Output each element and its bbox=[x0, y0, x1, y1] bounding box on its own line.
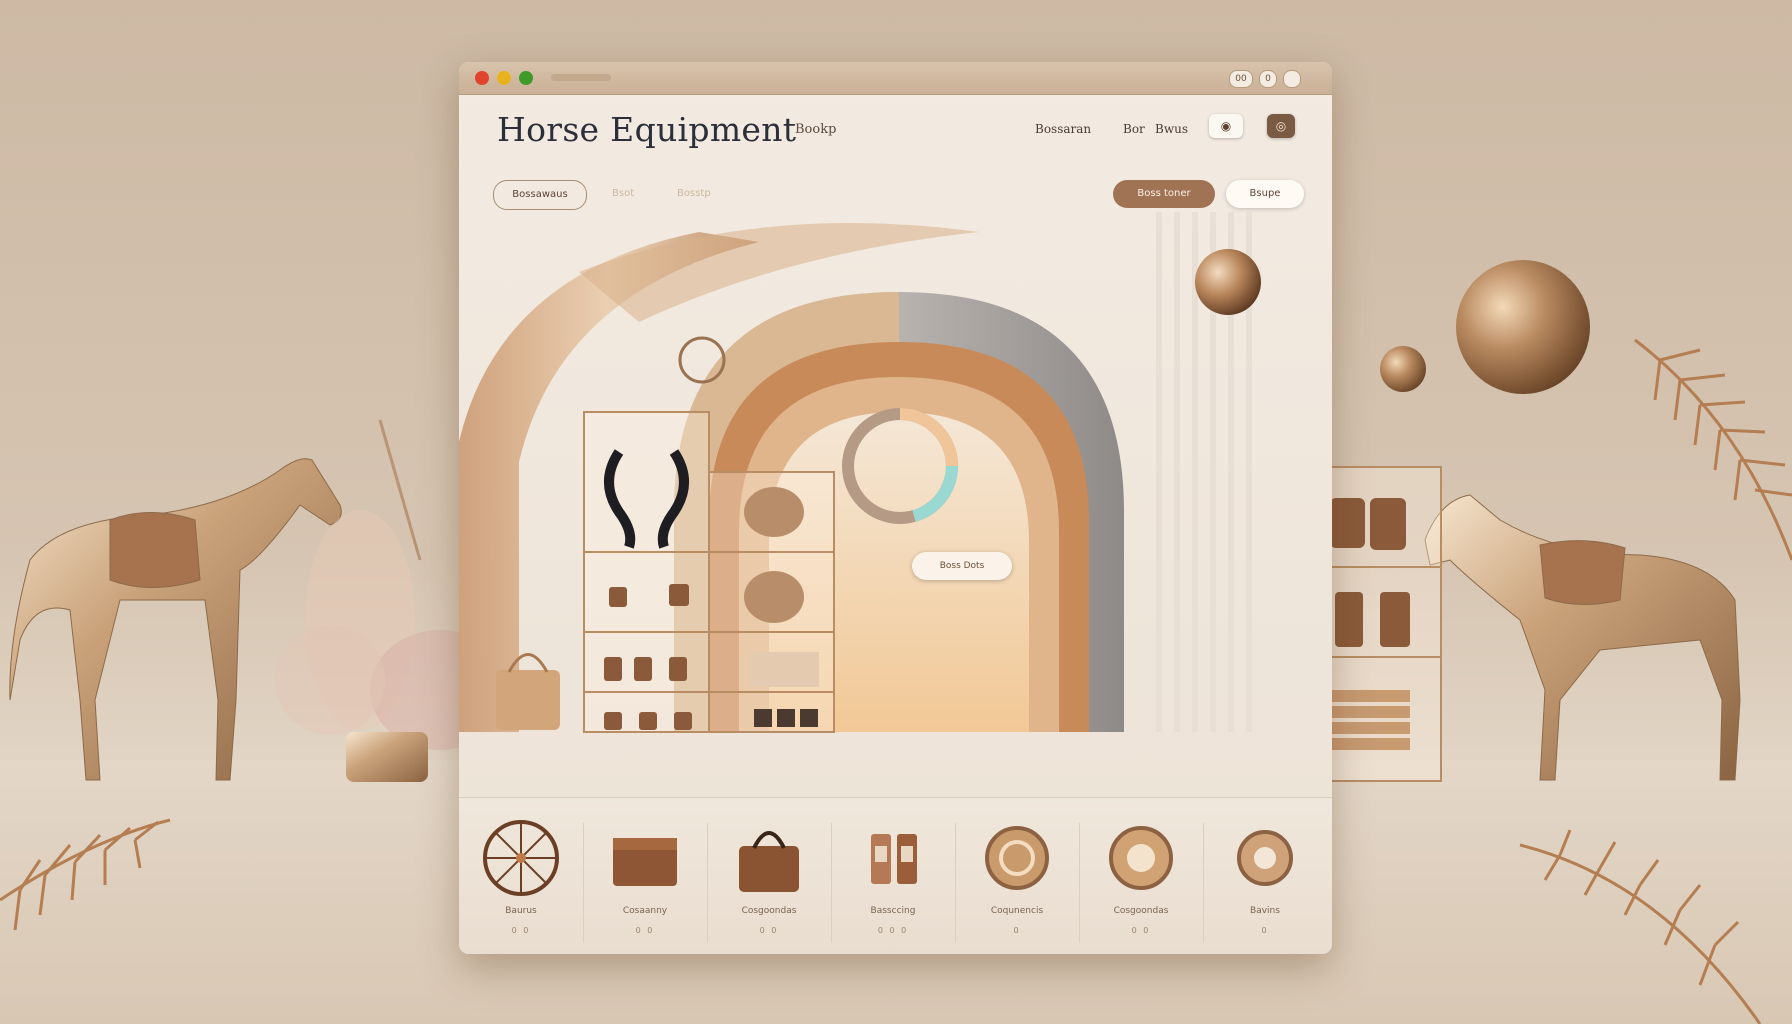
category-label: Cosaanny bbox=[622, 906, 668, 916]
title-bar: 00 0 bbox=[459, 62, 1332, 95]
brand-title[interactable]: Horse Equipment bbox=[497, 110, 796, 149]
category-item[interactable]: Baurus 0 0 bbox=[459, 798, 583, 954]
horse-statue-right bbox=[1424, 494, 1741, 781]
category-strip: Baurus 0 0 Cosaanny 0 0 Cosgoondas 0 0 B… bbox=[459, 797, 1332, 954]
fern-right-top bbox=[1634, 338, 1792, 561]
fern-right-bottom bbox=[1519, 829, 1762, 1024]
nav-link-bossaran[interactable]: Bossaran bbox=[1035, 122, 1091, 136]
refresh-icon[interactable]: 0 bbox=[1259, 70, 1277, 88]
category-item[interactable]: Cosgoondas 0 0 bbox=[707, 798, 831, 954]
handbag-icon bbox=[739, 831, 799, 892]
horse-statue-left bbox=[9, 458, 342, 781]
cart-icon[interactable]: ◎ bbox=[1267, 114, 1295, 138]
category-pagination: 0 0 bbox=[1131, 926, 1151, 935]
category-item[interactable]: Bavins 0 bbox=[1203, 798, 1332, 954]
category-pagination: 0 0 bbox=[759, 926, 779, 935]
medallion-icon bbox=[1109, 826, 1173, 890]
close-button[interactable] bbox=[475, 71, 489, 85]
category-label: Cosgoondas bbox=[741, 906, 797, 916]
category-item[interactable]: Cosgoondas 0 0 bbox=[1079, 798, 1203, 954]
bottle-icon bbox=[871, 834, 917, 884]
browser-window: 00 0 Horse Equipment Bookp Bossaran Bor … bbox=[459, 62, 1332, 954]
tab-icon[interactable]: 00 bbox=[1229, 70, 1253, 88]
nav-link-bwus[interactable]: Bwus bbox=[1155, 122, 1188, 136]
category-item[interactable]: Cosaanny 0 0 bbox=[583, 798, 707, 954]
category-pagination: 0 bbox=[1013, 926, 1021, 935]
category-item[interactable]: Bassccing 0 0 0 bbox=[831, 798, 955, 954]
medallion-icon bbox=[985, 826, 1049, 890]
user-icon[interactable]: ◉ bbox=[1209, 114, 1243, 138]
category-label: Cosgoondas bbox=[1113, 906, 1169, 916]
fern-left bbox=[0, 818, 171, 931]
category-pagination: 0 0 bbox=[635, 926, 655, 935]
briefcase-icon bbox=[613, 838, 677, 886]
pot-left bbox=[346, 732, 428, 782]
category-pagination: 0 bbox=[1261, 926, 1269, 935]
brand-subtitle[interactable]: Bookp bbox=[795, 122, 836, 137]
subnav-link-1[interactable]: Bsot bbox=[612, 188, 634, 199]
subnav-secondary-button[interactable]: Bsupe bbox=[1226, 180, 1304, 208]
hero-cta-button[interactable]: Boss Dots bbox=[912, 552, 1012, 580]
minimize-button[interactable] bbox=[497, 71, 511, 85]
hero-showcase bbox=[459, 212, 1261, 733]
subnav-pill-left[interactable]: Bossawaus bbox=[493, 180, 587, 210]
subnav-link-2[interactable]: Bosstp bbox=[677, 188, 711, 199]
decor-sphere-large bbox=[1456, 260, 1590, 394]
category-label: Coqunencis bbox=[990, 906, 1044, 916]
subnav-primary-button[interactable]: Boss toner bbox=[1113, 180, 1215, 208]
menu-icon[interactable] bbox=[1283, 70, 1301, 88]
nav-link-bor[interactable]: Bor bbox=[1123, 122, 1145, 136]
wheel-icon bbox=[483, 820, 559, 896]
decor-sphere-small bbox=[1380, 346, 1426, 392]
category-pagination: 0 0 bbox=[511, 926, 531, 935]
maximize-button[interactable] bbox=[519, 71, 533, 85]
category-label: Baurus bbox=[505, 906, 537, 916]
medallion-icon bbox=[1237, 830, 1293, 886]
category-item[interactable]: Coqunencis 0 bbox=[955, 798, 1079, 954]
category-pagination: 0 0 0 bbox=[877, 926, 909, 935]
category-label: Bassccing bbox=[870, 906, 916, 916]
desktop-scene: 00 0 Horse Equipment Bookp Bossaran Bor … bbox=[0, 0, 1792, 1024]
category-label: Bavins bbox=[1250, 906, 1280, 916]
address-bar[interactable] bbox=[551, 74, 611, 81]
